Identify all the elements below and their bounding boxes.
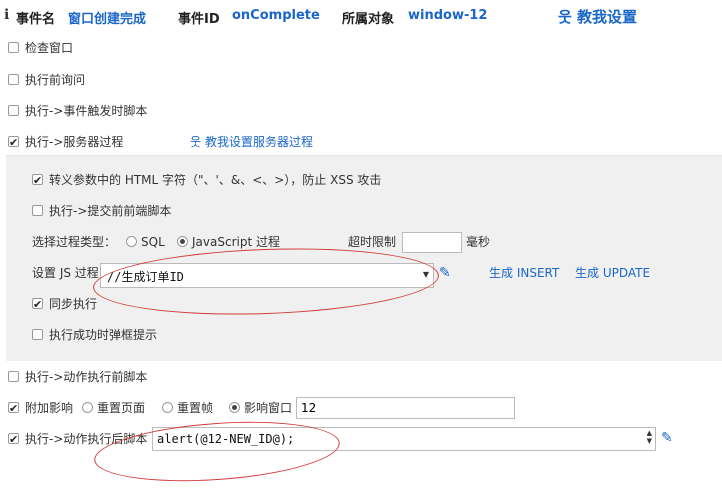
event-id-label: 事件ID	[178, 12, 220, 27]
checkbox-checked[interactable]	[8, 430, 19, 450]
checkbox-checked[interactable]	[32, 171, 43, 191]
checkbox[interactable]	[8, 42, 19, 53]
timeout-input[interactable]	[402, 232, 462, 253]
radio-javascript[interactable]: JavaScript 过程	[177, 232, 280, 252]
option-sync-exec[interactable]: 同步执行	[32, 294, 97, 315]
radio[interactable]	[126, 236, 137, 247]
checkbox-checked[interactable]	[8, 399, 19, 419]
option-success-popup[interactable]: 执行成功时弹框提示	[32, 325, 157, 345]
radio[interactable]	[82, 402, 93, 413]
radio-affect-window[interactable]: 影响窗口	[229, 398, 292, 418]
person-help-icon: 웃	[558, 8, 572, 26]
process-type-label: 选择过程类型：	[32, 235, 117, 249]
event-name-value: 窗口创建完成	[68, 12, 147, 27]
radio-sql[interactable]: SQL	[126, 232, 165, 252]
owner-label: 所属对象	[342, 12, 395, 27]
annotation-ellipse	[92, 414, 342, 489]
option-submit-front-script[interactable]: 执行->提交前前端脚本	[32, 201, 171, 221]
person-help-icon: 웃	[190, 135, 202, 149]
affect-window-input[interactable]	[296, 397, 515, 419]
checkbox[interactable]	[8, 74, 19, 85]
edit-pencil-icon[interactable]: ✎	[661, 430, 673, 446]
after-script-input[interactable]: alert(@12-NEW_ID@); ▲ ▼	[152, 427, 656, 451]
option-attach-effect[interactable]: 附加影响	[8, 398, 73, 419]
option-before-action-script[interactable]: 执行->动作执行前脚本	[8, 367, 147, 387]
radio-selected[interactable]	[229, 402, 240, 413]
checkbox[interactable]	[8, 105, 19, 116]
after-script-value: alert(@12-NEW_ID@);	[157, 432, 295, 446]
checkbox[interactable]	[32, 329, 43, 340]
radio-reset-frame[interactable]: 重置帧	[162, 398, 213, 418]
set-js-label: 设置 JS 过程	[32, 266, 99, 280]
checkbox[interactable]	[8, 371, 19, 382]
radio[interactable]	[162, 402, 173, 413]
timeout-label: 超时限制	[348, 235, 397, 249]
option-event-trigger-script[interactable]: 执行->事件触发时脚本	[8, 101, 147, 121]
spinner-arrows-icon[interactable]: ▲ ▼	[647, 429, 652, 445]
checkbox-checked[interactable]	[8, 133, 19, 153]
owner-value: window-12	[408, 8, 488, 23]
option-ask-before[interactable]: 执行前询问	[8, 70, 85, 90]
help-link[interactable]: 웃 教我设置	[558, 6, 637, 27]
event-id-value: onComplete	[232, 8, 320, 23]
radio-reset-page[interactable]: 重置页面	[82, 398, 145, 418]
radio-selected[interactable]	[177, 236, 188, 247]
option-check-window[interactable]: 检查窗口	[8, 38, 73, 58]
timeout-unit: 毫秒	[466, 235, 491, 249]
option-escape-html[interactable]: 转义参数中的 HTML 字符（"、'、&、<、>），防止 XSS 攻击	[32, 170, 381, 191]
checkbox-checked[interactable]	[32, 295, 43, 315]
option-server-process[interactable]: 执行->服务器过程	[8, 132, 123, 153]
option-after-action-script[interactable]: 执行->动作执行后脚本	[8, 429, 147, 450]
edit-pencil-icon[interactable]: ✎	[439, 265, 451, 281]
generate-insert-link[interactable]: 生成 INSERT	[489, 263, 559, 283]
header-bar: ℹ 事件名 窗口创建完成 事件ID onComplete 所属对象 window…	[0, 0, 722, 34]
chevron-down-icon: ▼	[422, 270, 429, 279]
checkbox[interactable]	[32, 205, 43, 216]
js-process-select[interactable]: //生成订单ID ▼	[100, 263, 434, 288]
info-icon: ℹ	[4, 7, 10, 23]
server-help-link[interactable]: 웃 教我设置服务器过程	[190, 132, 313, 152]
event-name-label: 事件名	[16, 12, 56, 27]
js-process-value: //生成订单ID	[107, 270, 184, 284]
generate-update-link[interactable]: 生成 UPDATE	[575, 263, 650, 283]
